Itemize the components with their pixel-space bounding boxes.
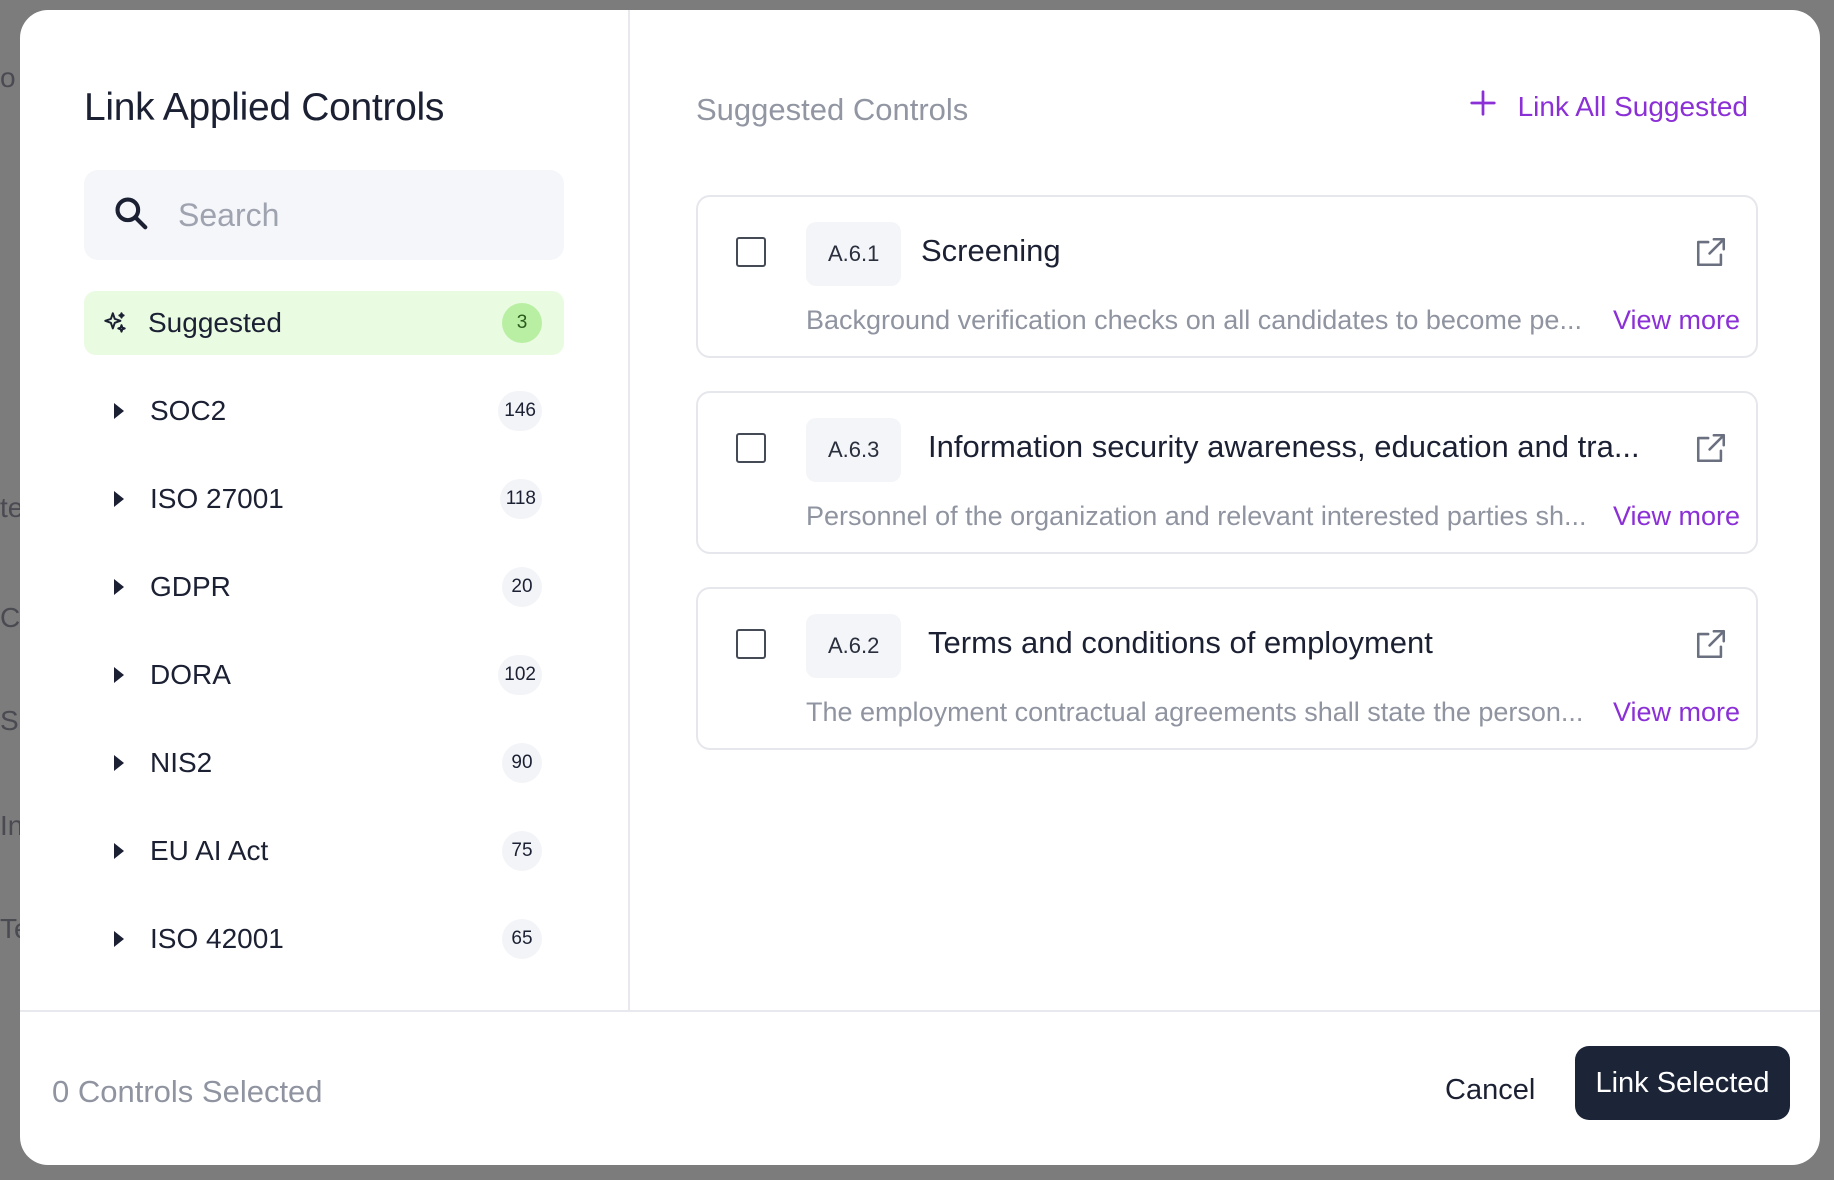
count-badge: 118 — [499, 479, 542, 519]
nav-item-eu-ai-act[interactable]: EU AI Act 75 — [84, 819, 564, 883]
view-more-link[interactable]: View more — [1613, 697, 1740, 728]
nav-item-dora[interactable]: DORA 102 — [84, 643, 564, 707]
nav-item-label: EU AI Act — [150, 835, 269, 866]
external-link-icon[interactable] — [1694, 627, 1728, 666]
framework-nav: Suggested 3 SOC2 146 ISO 27001 118 GDPR … — [84, 291, 564, 995]
control-checkbox[interactable] — [736, 237, 766, 267]
external-link-icon[interactable] — [1694, 431, 1728, 470]
caret-right-icon[interactable] — [112, 578, 150, 596]
nav-item-iso27001[interactable]: ISO 27001 118 — [84, 467, 564, 531]
control-code-badge: A.6.1 — [806, 222, 902, 286]
nav-item-soc2[interactable]: SOC2 146 — [84, 379, 564, 443]
nav-item-label: ISO 42001 — [150, 923, 284, 954]
link-all-suggested-button[interactable]: Link All Suggested — [1468, 88, 1748, 125]
modal-footer: 0 Controls Selected Cancel Link Selected — [20, 1010, 1820, 1165]
control-name: Terms and conditions of employment — [928, 625, 1433, 660]
control-card: A.6.1 Screening Background verification … — [696, 195, 1758, 358]
nav-item-label: Suggested — [148, 307, 282, 338]
nav-item-label: NIS2 — [150, 747, 213, 778]
count-badge: 65 — [502, 919, 542, 959]
cancel-button[interactable]: Cancel — [1445, 1074, 1535, 1107]
control-code-badge: A.6.2 — [806, 614, 902, 678]
selected-count-text: 0 Controls Selected — [52, 1074, 323, 1109]
external-link-icon[interactable] — [1694, 235, 1728, 274]
count-badge: 146 — [498, 391, 542, 431]
nav-item-suggested[interactable]: Suggested 3 — [84, 291, 564, 355]
suggested-controls-panel: Suggested Controls Link All Suggested A.… — [696, 10, 1776, 1010]
control-card: A.6.3 Information security awareness, ed… — [696, 391, 1758, 554]
nav-item-label: DORA — [150, 659, 231, 690]
count-badge: 3 — [502, 303, 542, 343]
caret-right-icon[interactable] — [112, 754, 150, 772]
nav-item-label: ISO 27001 — [150, 483, 284, 514]
control-description: Personnel of the organization and releva… — [806, 501, 1587, 531]
caret-right-icon[interactable] — [112, 930, 150, 948]
modal-title: Link Applied Controls — [84, 86, 445, 129]
nav-item-label: GDPR — [150, 571, 231, 602]
control-card: A.6.2 Terms and conditions of employment… — [696, 587, 1758, 750]
search-icon — [112, 194, 150, 237]
view-more-link[interactable]: View more — [1613, 501, 1740, 532]
background-text: C — [0, 602, 21, 633]
link-controls-modal: Link Applied Controls Sugges — [20, 10, 1820, 1165]
caret-right-icon[interactable] — [112, 666, 150, 684]
framework-sidebar: Link Applied Controls Sugges — [20, 10, 630, 1010]
search-input[interactable] — [178, 196, 538, 234]
link-selected-button[interactable]: Link Selected — [1575, 1046, 1790, 1120]
section-title: Suggested Controls — [696, 92, 969, 127]
background-text: o — [0, 62, 16, 93]
search-box[interactable] — [84, 170, 564, 260]
plus-icon — [1468, 88, 1518, 125]
background-text: S — [0, 705, 19, 736]
view-more-link[interactable]: View more — [1613, 305, 1740, 336]
nav-item-label: SOC2 — [150, 395, 227, 426]
count-badge: 90 — [502, 743, 542, 783]
nav-item-nis2[interactable]: NIS2 90 — [84, 731, 564, 795]
caret-right-icon[interactable] — [112, 842, 150, 860]
sparkles-icon — [102, 310, 136, 336]
count-badge: 20 — [502, 567, 542, 607]
caret-right-icon[interactable] — [112, 402, 150, 420]
control-description: Background verification checks on all ca… — [806, 305, 1582, 335]
control-name: Screening — [921, 233, 1061, 268]
control-name: Information security awareness, educatio… — [928, 429, 1640, 464]
link-all-label: Link All Suggested — [1517, 90, 1748, 122]
control-checkbox[interactable] — [736, 433, 766, 463]
count-badge: 75 — [502, 831, 542, 871]
nav-item-iso42001[interactable]: ISO 42001 65 — [84, 907, 564, 971]
count-badge: 102 — [498, 655, 542, 695]
control-code-badge: A.6.3 — [806, 418, 902, 482]
control-description: The employment contractual agreements sh… — [806, 697, 1584, 727]
nav-item-gdpr[interactable]: GDPR 20 — [84, 555, 564, 619]
caret-right-icon[interactable] — [112, 490, 150, 508]
control-checkbox[interactable] — [736, 629, 766, 659]
